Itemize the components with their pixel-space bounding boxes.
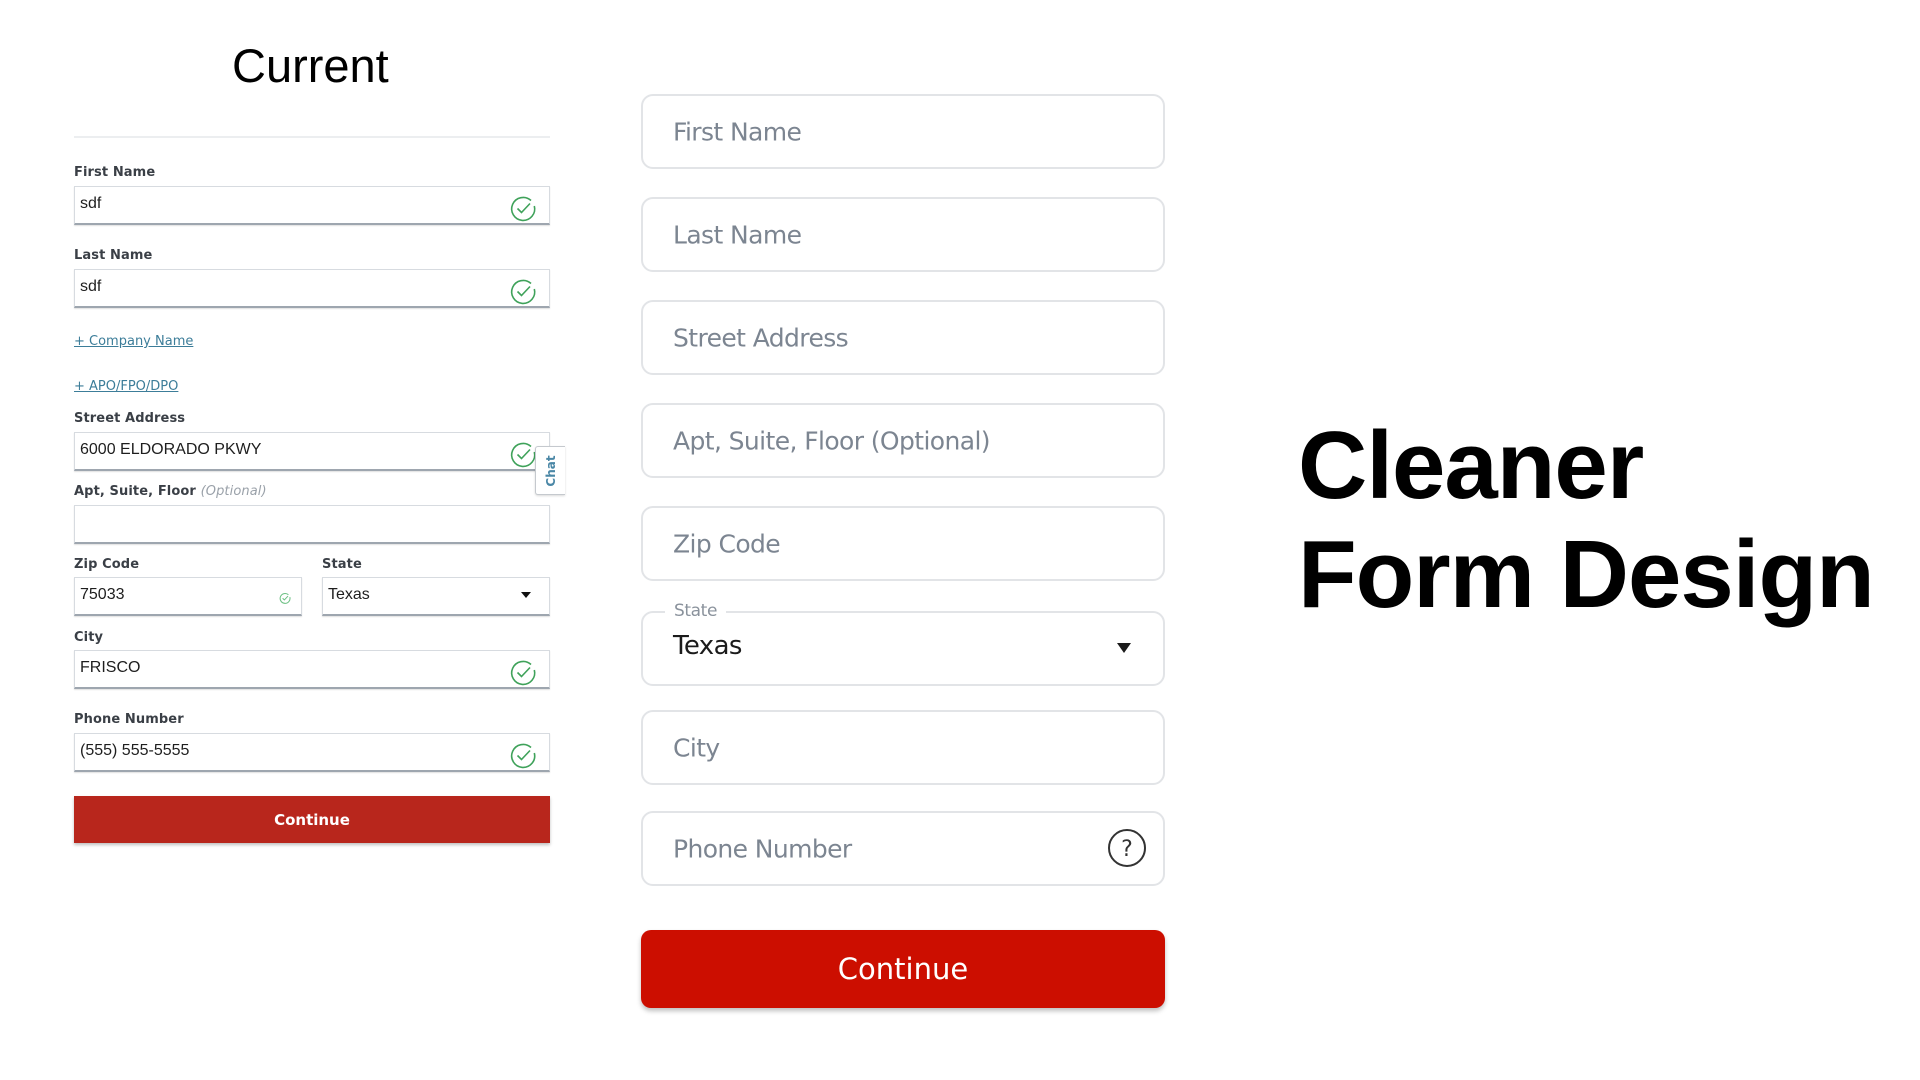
phone-number-label: Phone Number bbox=[74, 712, 184, 727]
cleaner-last-name-input[interactable]: Last Name bbox=[641, 197, 1165, 272]
last-name-input[interactable]: sdf bbox=[74, 269, 550, 308]
add-apo-fpo-dpo-link[interactable]: + APO/FPO/DPO bbox=[74, 379, 178, 394]
zip-code-placeholder: Zip Code bbox=[673, 529, 781, 558]
first-name-input[interactable]: sdf bbox=[74, 186, 550, 225]
cleaner-city-input[interactable]: City bbox=[641, 710, 1165, 785]
help-question-icon[interactable]: ? bbox=[1107, 828, 1147, 868]
first-name-label: First Name bbox=[74, 165, 156, 180]
first-name-placeholder: First Name bbox=[673, 117, 802, 146]
dropdown-arrow-icon bbox=[1117, 643, 1131, 653]
cleaner-phone-number-input[interactable]: Phone Number ? bbox=[641, 811, 1165, 886]
city-placeholder: City bbox=[673, 733, 720, 762]
valid-check-icon bbox=[510, 279, 536, 305]
street-address-label: Street Address bbox=[74, 411, 186, 426]
optional-hint: (Optional) bbox=[200, 484, 267, 499]
city-value: FRISCO bbox=[80, 659, 141, 676]
cleaner-first-name-input[interactable]: First Name bbox=[641, 94, 1165, 169]
heading-line-1: Cleaner bbox=[1298, 412, 1644, 519]
cleaner-continue-button[interactable]: Continue bbox=[641, 930, 1165, 1008]
chat-tab[interactable]: Chat bbox=[535, 446, 565, 495]
zip-code-value: 75033 bbox=[80, 586, 125, 603]
state-value: Texas bbox=[673, 631, 742, 661]
state-label: State bbox=[322, 557, 362, 572]
first-name-value: sdf bbox=[80, 195, 102, 212]
state-value: Texas bbox=[328, 586, 370, 603]
add-company-name-link[interactable]: + Company Name bbox=[74, 334, 193, 349]
valid-check-icon bbox=[510, 660, 536, 686]
last-name-value: sdf bbox=[80, 278, 102, 295]
phone-number-placeholder: Phone Number bbox=[673, 834, 852, 863]
dropdown-arrow-icon bbox=[521, 592, 531, 598]
svg-text:?: ? bbox=[1121, 837, 1133, 862]
zip-code-label: Zip Code bbox=[74, 557, 140, 572]
apt-suite-floor-label: Apt, Suite, Floor (Optional) bbox=[74, 484, 267, 499]
zip-code-input[interactable]: 75033 bbox=[74, 577, 302, 616]
valid-check-icon bbox=[510, 743, 536, 769]
last-name-placeholder: Last Name bbox=[673, 220, 802, 249]
phone-number-input[interactable]: (555) 555-5555 bbox=[74, 733, 550, 772]
chat-tab-label: Chat bbox=[543, 454, 558, 487]
apt-label-text: Apt, Suite, Floor bbox=[74, 484, 196, 499]
state-legend: State bbox=[665, 601, 726, 621]
divider bbox=[74, 136, 550, 138]
apt-suite-floor-placeholder: Apt, Suite, Floor (Optional) bbox=[673, 426, 991, 455]
street-address-value: 6000 ELDORADO PKWY bbox=[80, 441, 262, 458]
state-select[interactable]: Texas bbox=[322, 577, 550, 616]
cleaner-apt-suite-floor-input[interactable]: Apt, Suite, Floor (Optional) bbox=[641, 403, 1165, 478]
valid-check-icon bbox=[510, 196, 536, 222]
phone-number-value: (555) 555-5555 bbox=[80, 742, 190, 759]
street-address-placeholder: Street Address bbox=[673, 323, 849, 352]
current-title: Current bbox=[232, 39, 389, 92]
city-input[interactable]: FRISCO bbox=[74, 650, 550, 689]
current-continue-button[interactable]: Continue bbox=[74, 796, 550, 843]
heading-line-2: Form Design bbox=[1298, 521, 1875, 628]
valid-check-icon bbox=[510, 442, 536, 468]
valid-check-icon bbox=[279, 592, 291, 604]
cleaner-state-select[interactable]: State Texas bbox=[641, 601, 1165, 686]
apt-suite-floor-input[interactable] bbox=[74, 505, 550, 544]
city-label: City bbox=[74, 630, 104, 645]
cleaner-street-address-input[interactable]: Street Address bbox=[641, 300, 1165, 375]
street-address-input[interactable]: 6000 ELDORADO PKWY bbox=[74, 432, 550, 471]
cleaner-zip-code-input[interactable]: Zip Code bbox=[641, 506, 1165, 581]
last-name-label: Last Name bbox=[74, 248, 153, 263]
